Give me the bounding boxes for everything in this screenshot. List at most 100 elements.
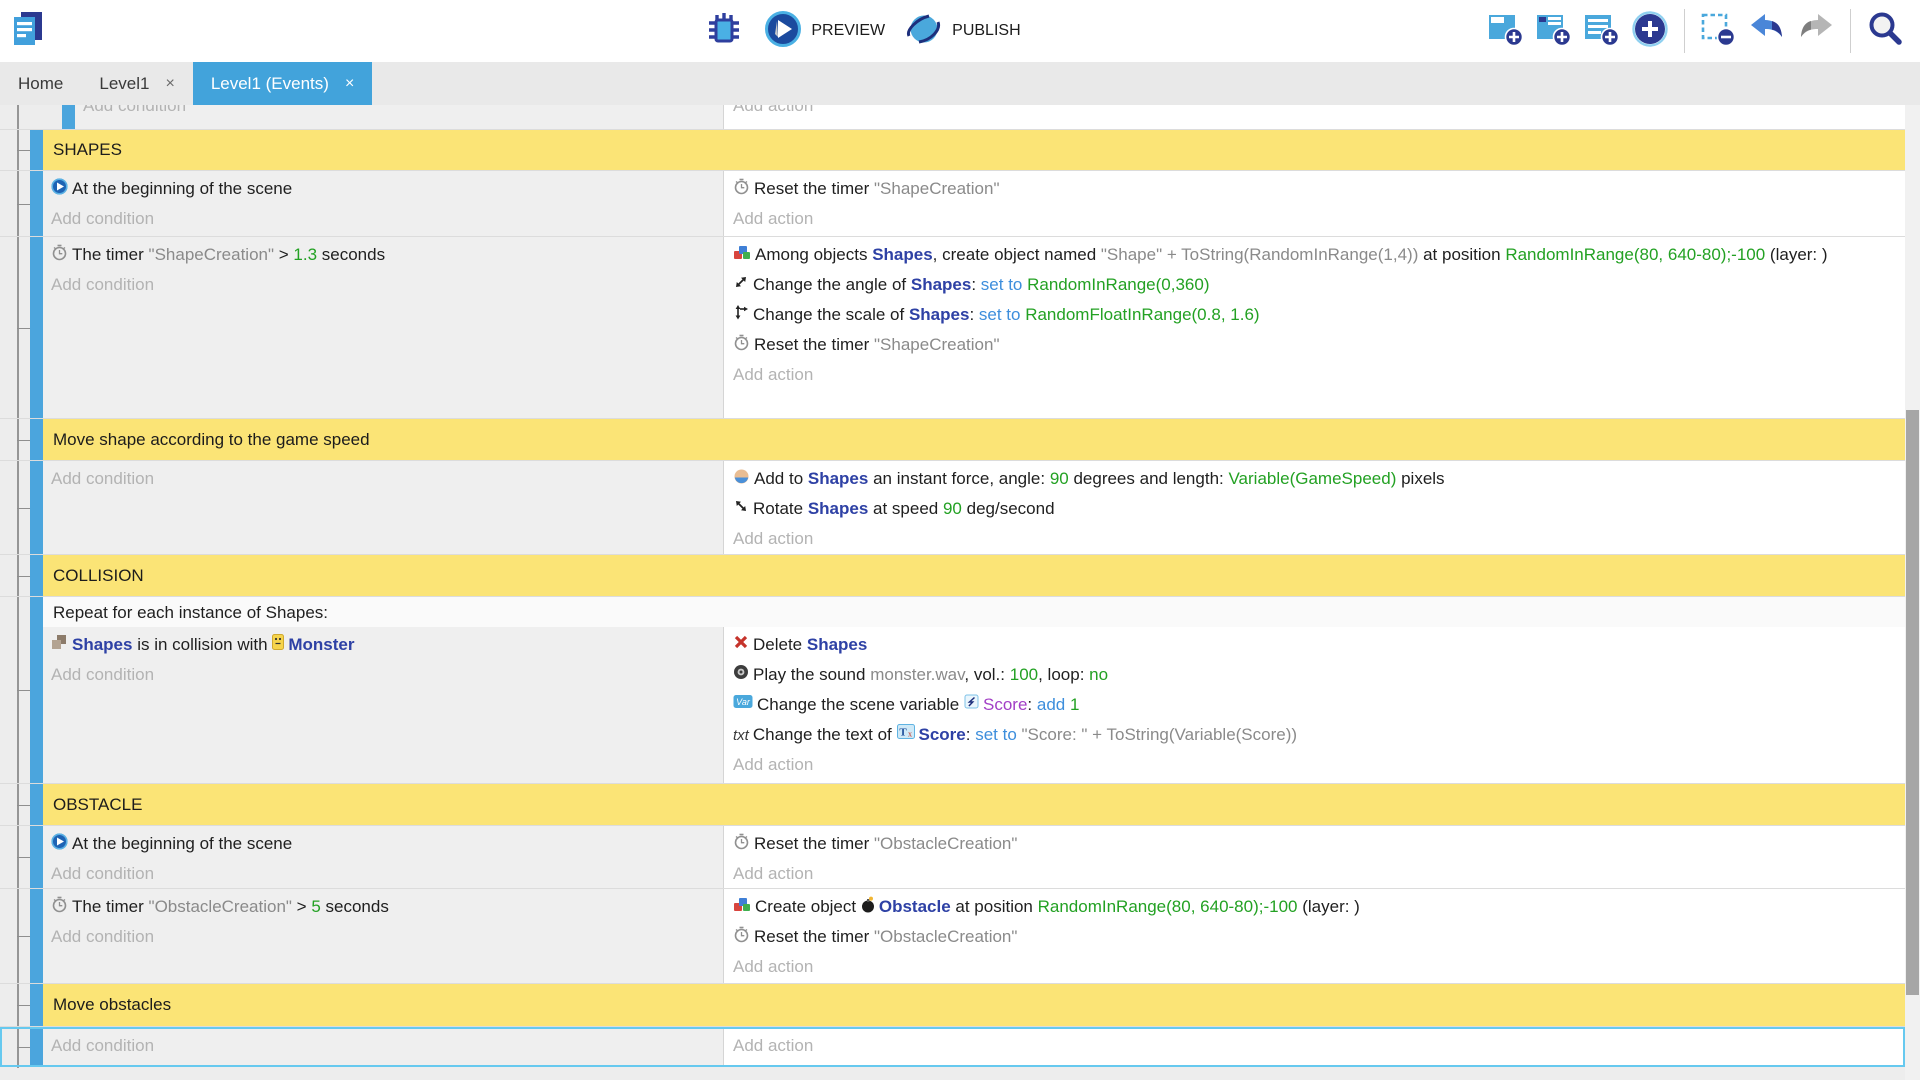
event-selection-bar[interactable] xyxy=(30,1027,43,1066)
app-logo-icon[interactable] xyxy=(8,9,46,54)
action-line[interactable]: Among objects Shapes, create object name… xyxy=(733,241,1897,271)
comment-row-collision[interactable]: COLLISION xyxy=(0,555,1905,597)
add-condition-button[interactable]: Add condition xyxy=(51,1032,715,1059)
action-text: Change the scene variable xyxy=(757,695,964,714)
action-text: Play the sound monster.wav, vol.: 100, l… xyxy=(753,665,1108,684)
action-line[interactable]: Play the sound monster.wav, vol.: 100, l… xyxy=(733,661,1897,691)
tab-events[interactable]: Level1 (Events) × xyxy=(193,62,372,105)
event-row-repeat-collision[interactable]: Repeat for each instance of Shapes: Shap… xyxy=(0,597,1905,784)
timer-icon xyxy=(51,244,68,271)
add-subevent-icon[interactable] xyxy=(1535,10,1572,52)
comment-row-obstacle[interactable]: OBSTACLE xyxy=(0,784,1905,826)
add-condition-button[interactable]: Add condition xyxy=(51,661,715,688)
action-line[interactable]: Rotate Shapes at speed 90 deg/second xyxy=(733,495,1897,525)
action-line[interactable]: Change the angle of Shapes: set to Rando… xyxy=(733,271,1897,301)
add-action-button[interactable]: Add action xyxy=(733,860,1897,887)
debugger-icon[interactable] xyxy=(704,11,744,52)
comment-row-move-shape[interactable]: Move shape according to the game speed xyxy=(0,419,1905,461)
add-condition-button[interactable]: Add condition xyxy=(83,105,715,119)
event-selection-bar[interactable] xyxy=(30,984,43,1026)
action-line[interactable]: Add to Shapes an instant force, angle: 9… xyxy=(733,465,1897,495)
condition-line[interactable]: The timer "ObstacleCreation" > 5 seconds xyxy=(51,893,715,923)
action-line[interactable]: Reset the timer "ObstacleCreation" xyxy=(733,830,1897,860)
event-selection-bar[interactable] xyxy=(30,237,43,418)
action-text: Create object xyxy=(755,897,861,916)
scrollbar-thumb[interactable] xyxy=(1906,410,1919,995)
monster-object-icon xyxy=(272,634,284,661)
add-condition-button[interactable]: Add condition xyxy=(51,860,715,887)
event-selection-bar[interactable] xyxy=(30,171,43,236)
event-selection-bar[interactable] xyxy=(30,889,43,983)
action-line[interactable]: Delete Shapes xyxy=(733,631,1897,661)
redo-icon[interactable] xyxy=(1797,13,1835,50)
comment-row-move-obstacles[interactable]: Move obstacles xyxy=(0,984,1905,1027)
add-event-icon[interactable] xyxy=(1487,10,1524,52)
comment-text[interactable]: Move obstacles xyxy=(43,984,1905,1026)
comment-text[interactable]: Move shape according to the game speed xyxy=(43,419,1905,460)
remove-selection-icon[interactable] xyxy=(1700,10,1737,52)
add-action-button[interactable]: Add action xyxy=(733,105,1897,119)
event-row-shape-timer[interactable]: The timer "ShapeCreation" > 1.3 seconds … xyxy=(0,237,1905,419)
event-row-partial[interactable]: Add condition Add action xyxy=(0,105,1905,130)
action-line[interactable]: Reset the timer "ShapeCreation" xyxy=(733,331,1897,361)
publish-button[interactable]: PUBLISH xyxy=(905,11,1020,52)
action-text: Change the scale of Shapes: set to Rando… xyxy=(753,305,1260,324)
condition-line[interactable]: At the beginning of the scene xyxy=(51,175,715,205)
close-icon[interactable]: × xyxy=(165,75,174,93)
condition-line[interactable]: Shapes is in collision with Monster xyxy=(51,631,715,661)
add-condition-button[interactable]: Add condition xyxy=(51,271,715,298)
svg-text:Var: Var xyxy=(736,697,751,707)
event-row-selected-empty[interactable]: Add condition Add action xyxy=(0,1027,1905,1067)
add-circle-icon[interactable] xyxy=(1631,10,1669,53)
event-selection-bar[interactable] xyxy=(30,130,43,170)
add-action-button[interactable]: Add action xyxy=(733,1032,1897,1059)
action-line[interactable]: Reset the timer "ShapeCreation" xyxy=(733,175,1897,205)
comment-text[interactable]: OBSTACLE xyxy=(43,784,1905,825)
tab-home[interactable]: Home xyxy=(0,62,81,105)
add-condition-button[interactable]: Add condition xyxy=(51,923,715,950)
action-text: Reset the timer "ObstacleCreation" xyxy=(754,927,1017,946)
add-action-button[interactable]: Add action xyxy=(733,751,1897,778)
event-selection-bar[interactable] xyxy=(30,597,43,783)
condition-line[interactable]: At the beginning of the scene xyxy=(51,830,715,860)
action-line[interactable]: txtChange the text of TxScore: set to "S… xyxy=(733,721,1897,751)
event-row-move-shape[interactable]: Add condition Add to Shapes an instant f… xyxy=(0,461,1905,555)
repeat-header[interactable]: Repeat for each instance of Shapes: xyxy=(43,597,1905,627)
event-row-begin-shapes[interactable]: At the beginning of the scene Add condit… xyxy=(0,171,1905,237)
add-action-button[interactable]: Add action xyxy=(733,361,1897,388)
comment-row-shapes[interactable]: SHAPES xyxy=(0,130,1905,171)
action-text: Reset the timer "ShapeCreation" xyxy=(754,179,999,198)
add-action-button[interactable]: Add action xyxy=(733,953,1897,980)
tab-events-label: Level1 (Events) xyxy=(211,74,329,94)
add-condition-button[interactable]: Add condition xyxy=(51,205,715,232)
add-condition-button[interactable]: Add condition xyxy=(51,465,715,492)
action-line[interactable]: Create object Obstacle at position Rando… xyxy=(733,893,1897,923)
action-line[interactable]: Reset the timer "ObstacleCreation" xyxy=(733,923,1897,953)
event-selection-bar[interactable] xyxy=(30,419,43,460)
tab-bar: Home Level1 × Level1 (Events) × xyxy=(0,62,1920,105)
action-line[interactable]: Change the scale of Shapes: set to Rando… xyxy=(733,301,1897,331)
comment-text[interactable]: SHAPES xyxy=(43,130,1905,170)
event-selection-bar[interactable] xyxy=(62,105,75,129)
event-selection-bar[interactable] xyxy=(30,461,43,554)
event-gutter xyxy=(0,555,30,596)
scene-variable-icon xyxy=(964,694,979,721)
close-icon[interactable]: × xyxy=(345,75,354,93)
add-comment-icon[interactable] xyxy=(1583,10,1620,52)
create-object-icon xyxy=(733,244,751,271)
add-action-button[interactable]: Add action xyxy=(733,525,1897,552)
tab-scene[interactable]: Level1 × xyxy=(81,62,192,105)
condition-line[interactable]: The timer "ShapeCreation" > 1.3 seconds xyxy=(51,241,715,271)
add-action-button[interactable]: Add action xyxy=(733,205,1897,232)
event-row-obstacle-timer[interactable]: The timer "ObstacleCreation" > 5 seconds… xyxy=(0,889,1905,984)
event-selection-bar[interactable] xyxy=(30,555,43,596)
event-selection-bar[interactable] xyxy=(30,826,43,888)
preview-button[interactable]: PREVIEW xyxy=(764,10,885,53)
event-row-begin-obstacle[interactable]: At the beginning of the scene Add condit… xyxy=(0,826,1905,889)
event-selection-bar[interactable] xyxy=(30,784,43,825)
search-icon[interactable] xyxy=(1866,10,1904,53)
action-line[interactable]: VarChange the scene variable Score: add … xyxy=(733,691,1897,721)
undo-icon[interactable] xyxy=(1748,13,1786,50)
vertical-scrollbar[interactable] xyxy=(1905,105,1920,1080)
comment-text[interactable]: COLLISION xyxy=(43,555,1905,596)
